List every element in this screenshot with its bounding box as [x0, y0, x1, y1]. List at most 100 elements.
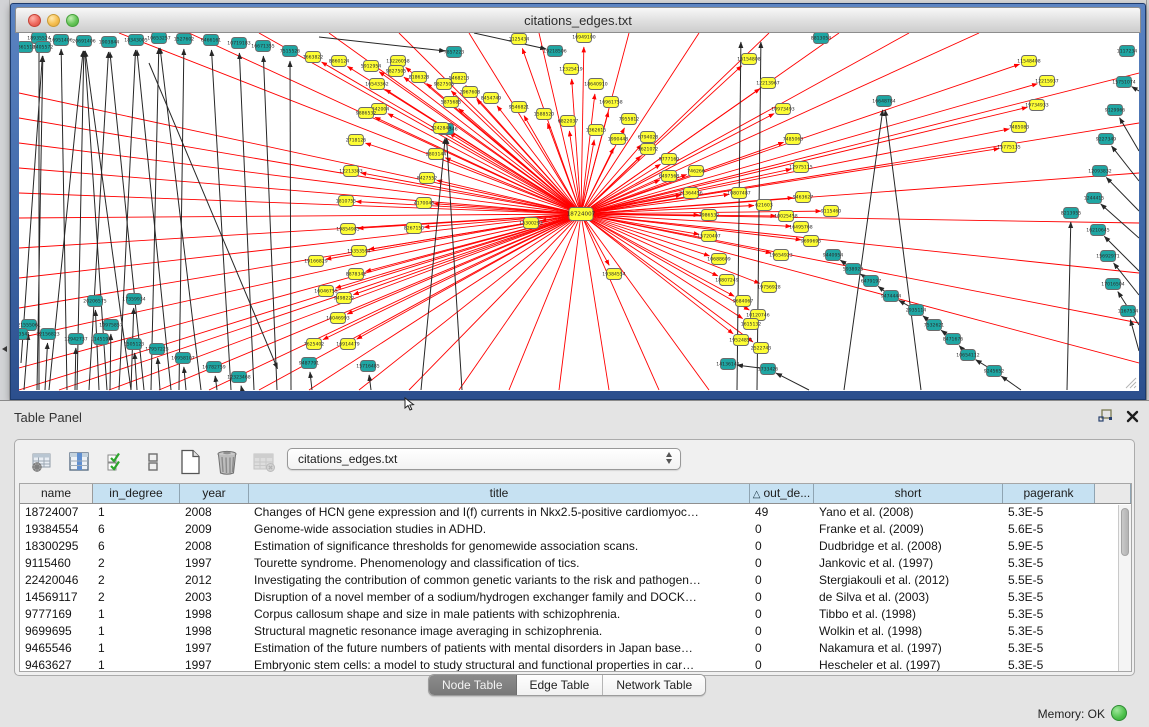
- network-node[interactable]: 15692971: [1096, 251, 1119, 262]
- network-node[interactable]: 16046755: [314, 286, 337, 297]
- network-node[interactable]: 1244415: [1084, 193, 1105, 204]
- network-node[interactable]: 8813054: [811, 33, 832, 44]
- table-vertical-scrollbar[interactable]: [1118, 505, 1131, 671]
- network-node[interactable]: 8427552: [417, 173, 438, 184]
- table-row[interactable]: 946554611997Estimation of the future num…: [20, 640, 1131, 657]
- row-visibility-icon[interactable]: [103, 449, 129, 475]
- network-canvas[interactable]: 9361518189355242405572169514062069140619…: [19, 33, 1139, 391]
- network-node[interactable]: 9777169: [659, 154, 680, 165]
- network-node[interactable]: 16951406: [49, 35, 72, 46]
- network-node[interactable]: 9886532: [356, 108, 377, 119]
- table-row[interactable]: 1872400712008Changes of HCN gene express…: [20, 504, 1131, 521]
- network-node[interactable]: 16961758: [599, 97, 622, 108]
- network-node[interactable]: 12325419: [559, 64, 582, 75]
- network-node[interactable]: 10719183: [227, 38, 250, 49]
- network-node[interactable]: 9487791: [299, 358, 320, 369]
- network-node[interactable]: 9463627: [793, 192, 814, 203]
- network-node[interactable]: 12215937: [1035, 76, 1058, 87]
- network-node[interactable]: 17016504: [1101, 279, 1124, 290]
- network-node[interactable]: 10653257: [147, 33, 170, 44]
- table-row[interactable]: 1938455462009Genome-wide association stu…: [20, 521, 1131, 538]
- panel-collapse-arrow-icon[interactable]: [2, 346, 7, 352]
- network-node[interactable]: 18807249: [715, 275, 738, 286]
- network-node[interactable]: 18724007: [567, 208, 596, 221]
- network-node[interactable]: 15716485: [356, 361, 379, 372]
- tab-edge-table[interactable]: Edge Table: [517, 675, 604, 695]
- network-node[interactable]: 1903844: [99, 37, 120, 48]
- network-node[interactable]: 9699695: [801, 236, 822, 247]
- network-node[interactable]: 2935114: [906, 305, 927, 316]
- network-node[interactable]: 12213383: [339, 166, 362, 177]
- network-node[interactable]: 12942737: [64, 334, 87, 345]
- new-document-icon[interactable]: [177, 449, 203, 475]
- memory-status-indicator[interactable]: [1111, 705, 1127, 721]
- network-node[interactable]: 1362615: [586, 125, 607, 136]
- column-header-short[interactable]: short: [814, 484, 1003, 503]
- network-node[interactable]: 7986532: [699, 210, 720, 221]
- column-header-pagerank[interactable]: pagerank: [1003, 484, 1095, 503]
- table-row[interactable]: 911546021997Tourette syndrome. Phenomeno…: [20, 555, 1131, 572]
- network-node[interactable]: 1117234: [1117, 46, 1138, 57]
- network-node[interactable]: 7515526: [280, 46, 301, 57]
- column-header-name[interactable]: name: [20, 484, 93, 503]
- network-node[interactable]: 9498222: [334, 293, 355, 304]
- table-row[interactable]: 1830029562008Estimation of significance …: [20, 538, 1131, 555]
- network-node[interactable]: 746266: [687, 166, 705, 177]
- network-node[interactable]: 2522743: [751, 343, 772, 354]
- network-node[interactable]: 9129966: [1105, 105, 1126, 116]
- network-node[interactable]: 6497568: [659, 171, 680, 182]
- network-node[interactable]: 4170046: [414, 198, 435, 209]
- network-node[interactable]: 8267150: [404, 223, 425, 234]
- network-node[interactable]: 17957223: [145, 344, 168, 355]
- network-node[interactable]: 10958107: [171, 353, 194, 364]
- network-node[interactable]: 19756928: [757, 282, 780, 293]
- network-node[interactable]: 19218506: [543, 46, 566, 57]
- network-node[interactable]: 5938923: [843, 264, 864, 275]
- network-node[interactable]: 6794028: [638, 132, 659, 143]
- network-node[interactable]: 9440954: [823, 250, 844, 261]
- network-node[interactable]: 5875685: [441, 97, 462, 108]
- network-node[interactable]: 8213955: [1061, 208, 1082, 219]
- network-node[interactable]: 5468213: [449, 73, 470, 84]
- network-node[interactable]: 1167534: [1118, 306, 1139, 317]
- column-header-year[interactable]: year: [180, 484, 249, 503]
- network-node[interactable]: 6479197: [861, 276, 882, 287]
- network-node[interactable]: 7625402: [304, 339, 325, 350]
- network-node[interactable]: 8878342: [346, 269, 367, 280]
- network-node[interactable]: 7485063: [783, 134, 804, 145]
- table-settings-icon[interactable]: [29, 449, 55, 475]
- network-node[interactable]: 7532621: [924, 320, 945, 331]
- column-header-out_de[interactable]: △out_de...: [750, 484, 814, 503]
- network-node[interactable]: 10688609: [707, 254, 730, 265]
- table-row[interactable]: 977716911998Corpus callosum shape and si…: [20, 606, 1131, 623]
- network-node[interactable]: 1621072: [638, 144, 659, 155]
- network-node[interactable]: 6466161: [201, 35, 222, 46]
- close-icon[interactable]: [1126, 410, 1139, 423]
- network-node[interactable]: 16046993: [326, 313, 349, 324]
- network-node[interactable]: 7663822: [303, 52, 324, 63]
- network-node[interactable]: 8860124: [329, 56, 350, 67]
- network-node[interactable]: 19854985: [336, 224, 359, 235]
- network-node[interactable]: 9684067: [733, 296, 754, 307]
- tab-node-table[interactable]: Node Table: [429, 675, 517, 695]
- network-node[interactable]: 1588520: [534, 109, 555, 120]
- network-node[interactable]: 1145193: [91, 334, 112, 345]
- network-node[interactable]: 9474444: [881, 291, 902, 302]
- network-node[interactable]: 9227349: [1096, 134, 1117, 145]
- network-node[interactable]: 6822037: [558, 116, 579, 127]
- network-node[interactable]: 621603: [755, 200, 773, 211]
- network-node[interactable]: 13226058: [386, 56, 409, 67]
- network-node[interactable]: 19524851: [729, 335, 752, 346]
- table-row[interactable]: 2242004622012Investigating the contribut…: [20, 572, 1131, 589]
- network-node[interactable]: 2803144: [426, 149, 447, 160]
- column-header-in_degree[interactable]: in_degree: [93, 484, 180, 503]
- window-titlebar[interactable]: citations_edges.txt: [15, 7, 1141, 33]
- network-node[interactable]: 15751074: [1112, 77, 1135, 88]
- merge-tables-icon[interactable]: [140, 449, 166, 475]
- network-node[interactable]: 10025458: [774, 211, 797, 222]
- network-node[interactable]: 1505123: [124, 339, 145, 350]
- network-node[interactable]: 1615132: [741, 319, 762, 330]
- network-node[interactable]: 8186328: [409, 72, 430, 83]
- network-node[interactable]: 20691406: [72, 36, 95, 47]
- network-node[interactable]: 9245652: [984, 366, 1005, 377]
